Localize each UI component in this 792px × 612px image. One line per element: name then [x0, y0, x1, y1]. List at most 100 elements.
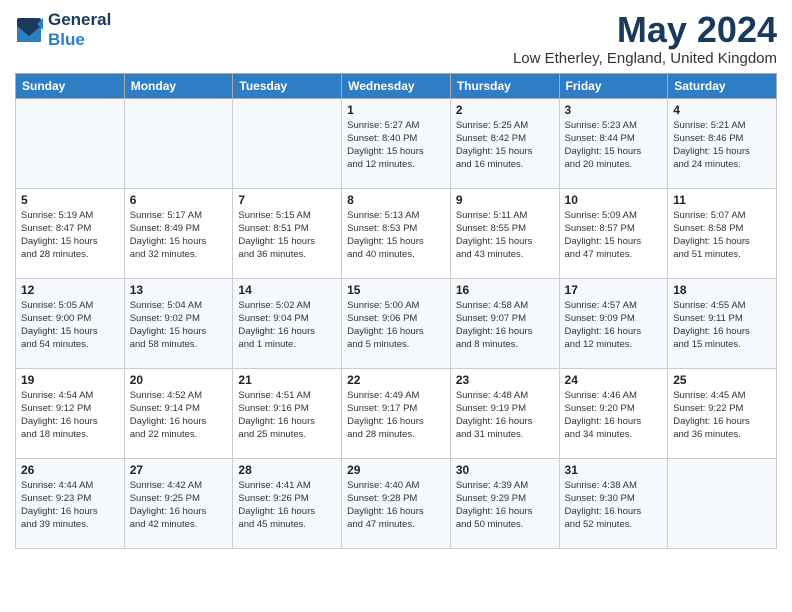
header-day-wednesday: Wednesday: [342, 73, 451, 98]
day-number: 27: [130, 463, 228, 477]
calendar-cell: [124, 98, 233, 188]
calendar-cell: 13Sunrise: 5:04 AM Sunset: 9:02 PM Dayli…: [124, 278, 233, 368]
day-info: Sunrise: 4:51 AM Sunset: 9:16 PM Dayligh…: [238, 389, 336, 442]
day-info: Sunrise: 5:02 AM Sunset: 9:04 PM Dayligh…: [238, 299, 336, 352]
day-info: Sunrise: 4:44 AM Sunset: 9:23 PM Dayligh…: [21, 479, 119, 532]
day-number: 7: [238, 193, 336, 207]
logo: General Blue: [15, 10, 111, 51]
calendar-cell: 5Sunrise: 5:19 AM Sunset: 8:47 PM Daylig…: [16, 188, 125, 278]
day-info: Sunrise: 4:48 AM Sunset: 9:19 PM Dayligh…: [456, 389, 554, 442]
calendar-cell: 22 Sunrise: 4:49 AM Sunset: 9:17 PM Dayli…: [342, 368, 451, 458]
calendar-cell: 6 Sunrise: 5:17 AM Sunset: 8:49 PM Daylig…: [124, 188, 233, 278]
calendar-cell: 1 Sunrise: 5:27 AM Sunset: 8:40 PM Daylig…: [342, 98, 451, 188]
logo-icon: [15, 16, 43, 44]
location-title: Low Etherley, England, United Kingdom: [513, 50, 777, 67]
calendar-cell: 10 Sunrise: 5:09 AM Sunset: 8:57 PM Dayli…: [559, 188, 668, 278]
day-info: Sunrise: 5:19 AM Sunset: 8:47 PM Dayligh…: [21, 209, 119, 262]
header-day-sunday: Sunday: [16, 73, 125, 98]
calendar-cell: 30 Sunrise: 4:39 AM Sunset: 9:29 PM Dayli…: [450, 458, 559, 548]
day-number: 20: [130, 373, 228, 387]
day-info: Sunrise: 4:46 AM Sunset: 9:20 PM Dayligh…: [565, 389, 663, 442]
day-number: 22: [347, 373, 445, 387]
calendar-cell: 2 Sunrise: 5:25 AM Sunset: 8:42 PM Daylig…: [450, 98, 559, 188]
day-info: Sunrise: 5:04 AM Sunset: 9:02 PM Dayligh…: [130, 299, 228, 352]
day-info: Sunrise: 5:17 AM Sunset: 8:49 PM Dayligh…: [130, 209, 228, 262]
day-number: 30: [456, 463, 554, 477]
calendar-week-row: 26Sunrise: 4:44 AM Sunset: 9:23 PM Dayli…: [16, 458, 777, 548]
day-number: 29: [347, 463, 445, 477]
day-info: Sunrise: 4:57 AM Sunset: 9:09 PM Dayligh…: [565, 299, 663, 352]
day-info: Sunrise: 5:07 AM Sunset: 8:58 PM Dayligh…: [673, 209, 771, 262]
calendar-cell: 15 Sunrise: 5:00 AM Sunset: 9:06 PM Dayli…: [342, 278, 451, 368]
header-day-saturday: Saturday: [668, 73, 777, 98]
month-title: May 2024: [513, 10, 777, 50]
day-info: Sunrise: 5:05 AM Sunset: 9:00 PM Dayligh…: [21, 299, 119, 352]
calendar-cell: 25Sunrise: 4:45 AM Sunset: 9:22 PM Dayli…: [668, 368, 777, 458]
calendar-cell: 3 Sunrise: 5:23 AM Sunset: 8:44 PM Daylig…: [559, 98, 668, 188]
day-number: 31: [565, 463, 663, 477]
day-info: Sunrise: 4:41 AM Sunset: 9:26 PM Dayligh…: [238, 479, 336, 532]
title-area: May 2024 Low Etherley, England, United K…: [513, 10, 777, 67]
calendar-cell: 20 Sunrise: 4:52 AM Sunset: 9:14 PM Dayli…: [124, 368, 233, 458]
day-number: 12: [21, 283, 119, 297]
day-info: Sunrise: 4:52 AM Sunset: 9:14 PM Dayligh…: [130, 389, 228, 442]
day-number: 18: [673, 283, 771, 297]
day-number: 19: [21, 373, 119, 387]
calendar-cell: 18 Sunrise: 4:55 AM Sunset: 9:11 PM Dayli…: [668, 278, 777, 368]
day-number: 2: [456, 103, 554, 117]
calendar-cell: 7 Sunrise: 5:15 AM Sunset: 8:51 PM Daylig…: [233, 188, 342, 278]
day-info: Sunrise: 5:23 AM Sunset: 8:44 PM Dayligh…: [565, 119, 663, 172]
calendar-cell: 19 Sunrise: 4:54 AM Sunset: 9:12 PM Dayli…: [16, 368, 125, 458]
day-number: 17: [565, 283, 663, 297]
day-info: Sunrise: 4:54 AM Sunset: 9:12 PM Dayligh…: [21, 389, 119, 442]
day-info: Sunrise: 5:15 AM Sunset: 8:51 PM Dayligh…: [238, 209, 336, 262]
calendar-week-row: 5Sunrise: 5:19 AM Sunset: 8:47 PM Daylig…: [16, 188, 777, 278]
day-info: Sunrise: 4:55 AM Sunset: 9:11 PM Dayligh…: [673, 299, 771, 352]
calendar-cell: 28 Sunrise: 4:41 AM Sunset: 9:26 PM Dayli…: [233, 458, 342, 548]
day-info: Sunrise: 4:49 AM Sunset: 9:17 PM Dayligh…: [347, 389, 445, 442]
day-info: Sunrise: 5:00 AM Sunset: 9:06 PM Dayligh…: [347, 299, 445, 352]
day-number: 28: [238, 463, 336, 477]
day-number: 10: [565, 193, 663, 207]
day-number: 9: [456, 193, 554, 207]
day-info: Sunrise: 4:42 AM Sunset: 9:25 PM Dayligh…: [130, 479, 228, 532]
header-day-friday: Friday: [559, 73, 668, 98]
day-number: 8: [347, 193, 445, 207]
calendar-cell: 31Sunrise: 4:38 AM Sunset: 9:30 PM Dayli…: [559, 458, 668, 548]
day-number: 24: [565, 373, 663, 387]
day-number: 1: [347, 103, 445, 117]
calendar-cell: 9 Sunrise: 5:11 AM Sunset: 8:55 PM Daylig…: [450, 188, 559, 278]
calendar-cell: 11 Sunrise: 5:07 AM Sunset: 8:58 PM Dayli…: [668, 188, 777, 278]
calendar-cell: 26Sunrise: 4:44 AM Sunset: 9:23 PM Dayli…: [16, 458, 125, 548]
calendar-cell: 14 Sunrise: 5:02 AM Sunset: 9:04 PM Dayli…: [233, 278, 342, 368]
day-info: Sunrise: 5:09 AM Sunset: 8:57 PM Dayligh…: [565, 209, 663, 262]
calendar-cell: 21 Sunrise: 4:51 AM Sunset: 9:16 PM Dayli…: [233, 368, 342, 458]
day-info: Sunrise: 4:39 AM Sunset: 9:29 PM Dayligh…: [456, 479, 554, 532]
calendar-cell: 12 Sunrise: 5:05 AM Sunset: 9:00 PM Dayli…: [16, 278, 125, 368]
calendar-cell: [233, 98, 342, 188]
calendar-table: SundayMondayTuesdayWednesdayThursdayFrid…: [15, 73, 777, 549]
day-number: 3: [565, 103, 663, 117]
logo-general-text: General: [48, 10, 111, 30]
day-number: 25: [673, 373, 771, 387]
page-header: General Blue May 2024 Low Etherley, Engl…: [15, 10, 777, 67]
calendar-cell: 16Sunrise: 4:58 AM Sunset: 9:07 PM Dayli…: [450, 278, 559, 368]
day-number: 15: [347, 283, 445, 297]
day-info: Sunrise: 5:11 AM Sunset: 8:55 PM Dayligh…: [456, 209, 554, 262]
calendar-cell: 8 Sunrise: 5:13 AM Sunset: 8:53 PM Daylig…: [342, 188, 451, 278]
day-info: Sunrise: 4:58 AM Sunset: 9:07 PM Dayligh…: [456, 299, 554, 352]
header-day-monday: Monday: [124, 73, 233, 98]
day-info: Sunrise: 5:25 AM Sunset: 8:42 PM Dayligh…: [456, 119, 554, 172]
header-day-thursday: Thursday: [450, 73, 559, 98]
calendar-cell: 17 Sunrise: 4:57 AM Sunset: 9:09 PM Dayli…: [559, 278, 668, 368]
calendar-cell: 4Sunrise: 5:21 AM Sunset: 8:46 PM Daylig…: [668, 98, 777, 188]
day-info: Sunrise: 5:13 AM Sunset: 8:53 PM Dayligh…: [347, 209, 445, 262]
day-number: 11: [673, 193, 771, 207]
day-info: Sunrise: 5:21 AM Sunset: 8:46 PM Dayligh…: [673, 119, 771, 172]
day-number: 21: [238, 373, 336, 387]
day-info: Sunrise: 5:27 AM Sunset: 8:40 PM Dayligh…: [347, 119, 445, 172]
day-number: 6: [130, 193, 228, 207]
header-day-tuesday: Tuesday: [233, 73, 342, 98]
calendar-header-row: SundayMondayTuesdayWednesdayThursdayFrid…: [16, 73, 777, 98]
day-number: 14: [238, 283, 336, 297]
